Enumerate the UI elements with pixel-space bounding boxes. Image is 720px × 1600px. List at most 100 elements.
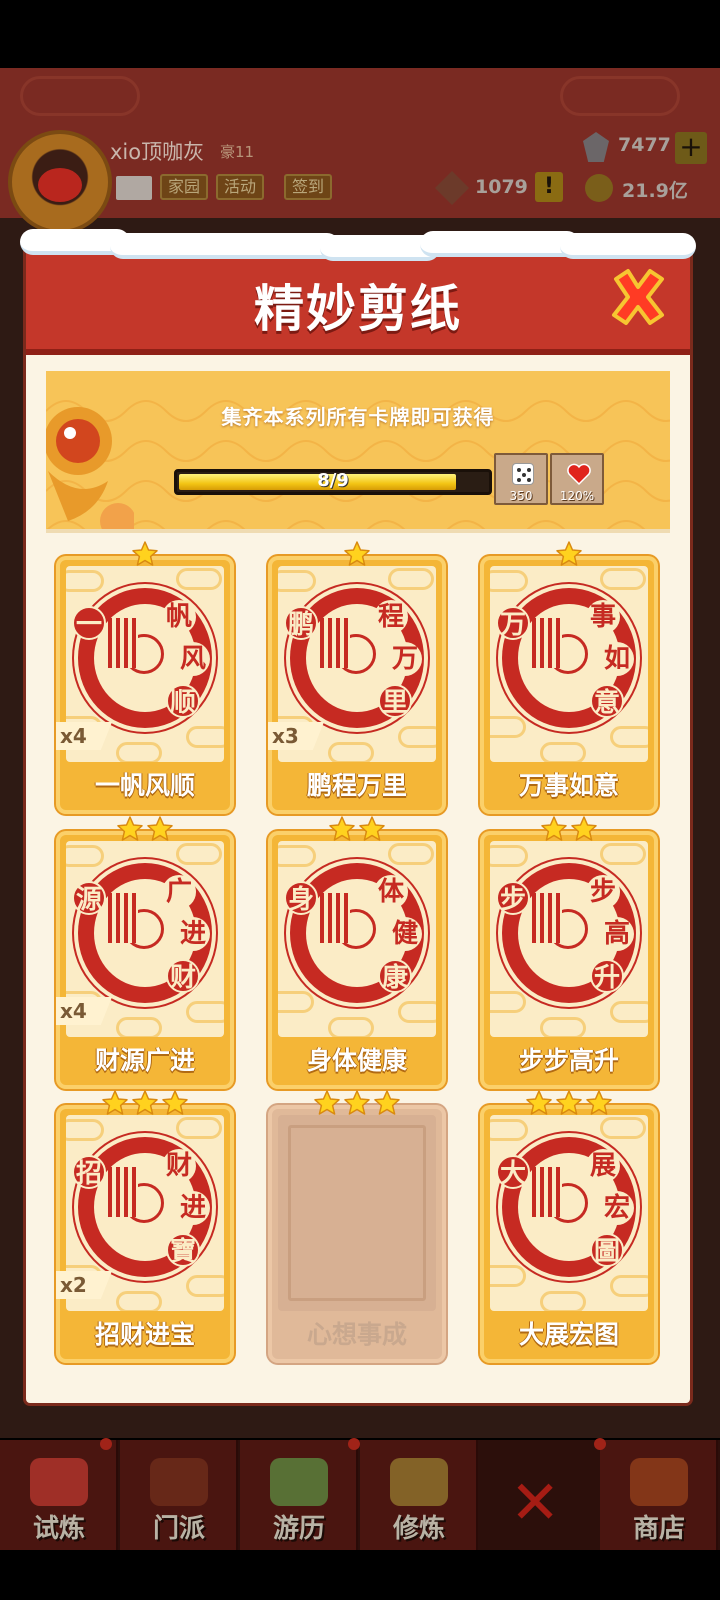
art-character: 步 [496, 881, 530, 915]
family-button[interactable]: 家园 [160, 174, 209, 200]
star-icon [146, 815, 174, 843]
star-icon [328, 815, 356, 843]
star-icon [161, 1089, 189, 1117]
art-character: 财 [162, 1149, 196, 1183]
art-character: 健 [388, 917, 422, 951]
nav-label: 门派 [152, 1514, 205, 1544]
player-name: xio顶咖灰 [110, 140, 205, 164]
art-character: 里 [378, 684, 412, 718]
papercut-card[interactable]: 鹏程万里 x3 鹏程万里 [268, 541, 446, 814]
mountain-icon [270, 1458, 328, 1506]
papercut-collection-dialog: 精妙剪纸 集齐本系列所有卡牌即可获得 8/9 350 120% 一 帆 风 顺 … [20, 229, 696, 1403]
art-character: 招 [72, 1155, 106, 1189]
star-icon [555, 540, 583, 568]
star-icon [570, 815, 598, 843]
star-icon [313, 1089, 341, 1117]
gem-count: 7477 [618, 134, 671, 156]
star-icon [525, 1089, 553, 1117]
seal-count: 1079 [475, 176, 528, 198]
card-label: 万事如意 [518, 771, 619, 800]
art-character: 步 [586, 875, 620, 909]
status-bar [0, 0, 720, 68]
nav-travel[interactable]: 游历 [240, 1438, 360, 1550]
star-icon [116, 815, 144, 843]
papercut-card[interactable]: 步步高升步步高升 [480, 816, 658, 1089]
locked-placeholder [288, 1125, 426, 1301]
card-artwork-frame: 步 步高升 [490, 841, 648, 1037]
art-character: 进 [176, 917, 210, 951]
art-character: 寶 [166, 1233, 200, 1267]
card-artwork-frame [278, 1115, 436, 1311]
nav-label: 商店 [632, 1514, 685, 1544]
papercut-card[interactable]: 心想事成 [268, 1090, 446, 1363]
papercut-card[interactable]: 招财进寶 x2 招财进宝 [56, 1090, 234, 1363]
card-label: 鹏程万里 [306, 771, 407, 800]
star-icon [343, 540, 371, 568]
card-artwork-frame: 万 事如意 [490, 566, 648, 762]
art-character: 万 [496, 606, 530, 640]
star-rating [268, 815, 446, 845]
star-rating [56, 815, 234, 845]
nav-sect[interactable]: 门派 [120, 1440, 238, 1550]
art-character: 风 [176, 642, 210, 676]
art-character: 升 [590, 959, 624, 993]
nav-close-icon[interactable]: ✕ [510, 1473, 560, 1533]
papercut-card[interactable]: 一帆风顺 x4 一帆风顺 [56, 541, 234, 814]
card-label: 身体健康 [306, 1046, 407, 1075]
player-avatar[interactable] [8, 130, 112, 234]
art-character: 源 [72, 881, 106, 915]
card-label: 一帆风顺 [94, 771, 195, 800]
papercut-card[interactable]: 万事如意万事如意 [480, 541, 658, 814]
card-label: 招财进宝 [94, 1320, 195, 1349]
card-label: 步步高升 [518, 1046, 619, 1075]
star-icon [555, 1089, 583, 1117]
add-gems-button[interactable]: + [675, 132, 707, 164]
art-character: 展 [586, 1149, 620, 1183]
card-artwork-frame: 身 体健康 [278, 841, 436, 1037]
book-icon [390, 1458, 448, 1506]
card-grid: 一帆风顺 x4 一帆风顺鹏程万里 x3 鹏程万里万事如意万事如意源广进财 x4 财源广进身体… [26, 243, 690, 1403]
player-rank: 豪11 [220, 143, 255, 161]
art-character: 进 [176, 1191, 210, 1225]
star-icon [343, 1089, 371, 1117]
firecracker-icon [30, 1458, 88, 1506]
nav-cultivate[interactable]: 修炼 [360, 1440, 478, 1550]
cloud-decor [20, 76, 140, 116]
art-character: 大 [496, 1155, 530, 1189]
star-rating [480, 815, 658, 845]
card-label: 心想事成 [306, 1320, 407, 1349]
star-icon [373, 1089, 401, 1117]
art-character: 圖 [590, 1233, 624, 1267]
notification-dot [594, 1438, 606, 1450]
nav-shop[interactable]: 商店 [594, 1438, 718, 1550]
nav-trial[interactable]: 试炼 [0, 1438, 118, 1550]
cloud-decor [560, 76, 680, 116]
activity-button[interactable]: 活动 [216, 174, 265, 200]
nav-label: 修炼 [392, 1514, 445, 1544]
coin-count: 21.9亿 [622, 180, 688, 202]
bottom-navigation: 试炼 门派 游历 修炼 商店 [0, 1438, 720, 1550]
papercut-card[interactable]: 身体健康身体健康 [268, 816, 446, 1089]
alert-button[interactable]: ! [535, 172, 563, 202]
star-rating [480, 540, 658, 570]
checkin-button[interactable]: 签到 [284, 174, 333, 200]
art-character: 身 [284, 881, 318, 915]
star-rating [268, 540, 446, 570]
art-character: 康 [378, 959, 412, 993]
star-rating [56, 540, 234, 570]
nav-label: 游历 [272, 1514, 325, 1544]
art-character: 体 [374, 875, 408, 909]
art-character: 高 [600, 917, 634, 951]
navigation-bar [0, 1550, 720, 1600]
star-rating [268, 1089, 446, 1119]
papercut-card[interactable]: 源广进财 x4 财源广进 [56, 816, 234, 1089]
star-icon [131, 1089, 159, 1117]
card-label: 大展宏图 [518, 1320, 619, 1349]
papercut-card[interactable]: 大 展宏圖大展宏图 [480, 1090, 658, 1363]
star-icon [131, 540, 159, 568]
star-rating [56, 1089, 234, 1119]
art-character: 鹏 [284, 606, 318, 640]
art-character: 广 [162, 875, 196, 909]
art-character: 财 [166, 959, 200, 993]
mail-icon[interactable] [116, 176, 152, 200]
